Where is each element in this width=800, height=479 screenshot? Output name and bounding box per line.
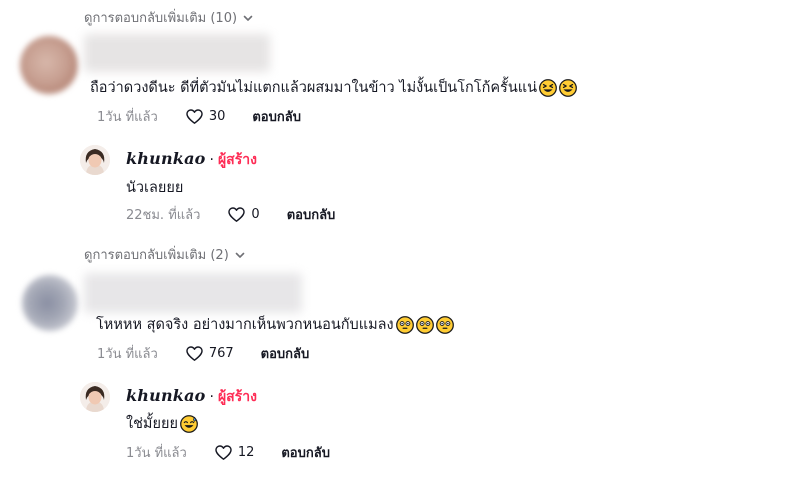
heart-icon bbox=[185, 107, 204, 126]
reply-author-line: khunkao · ผู้สร้าง bbox=[126, 149, 257, 171]
like-count: 767 bbox=[208, 346, 234, 361]
comment-text: โหหหห สุดจริง อย่างมากเห็นพวกหนอนกับแมลง bbox=[96, 313, 454, 336]
view-more-replies-button[interactable]: ดูการตอบกลับเพิ่มเติม (2) bbox=[84, 244, 246, 265]
comment-timestamp: 1วัน ที่แล้ว bbox=[97, 347, 158, 362]
flushed-face-icon bbox=[416, 316, 434, 334]
reply-text: นัวเลยยย bbox=[126, 180, 184, 196]
creator-username[interactable]: khunkao bbox=[126, 386, 206, 405]
heart-icon bbox=[214, 443, 233, 462]
commenter-avatar[interactable] bbox=[22, 275, 78, 331]
reply-meta: 22ชม. ที่แล้ว 0 ตอบกลับ bbox=[126, 204, 335, 225]
like-count: 12 bbox=[237, 445, 255, 460]
squinting-face-icon bbox=[539, 79, 557, 97]
commenter-username-redacted bbox=[84, 34, 270, 72]
reply-button[interactable]: ตอบกลับ bbox=[261, 343, 310, 364]
chevron-down-icon bbox=[242, 12, 254, 24]
heart-icon bbox=[185, 344, 204, 363]
reply-button[interactable]: ตอบกลับ bbox=[287, 204, 336, 225]
creator-badge: ผู้สร้าง bbox=[217, 152, 257, 168]
like-button[interactable]: 30 bbox=[185, 107, 226, 126]
like-button[interactable]: 12 bbox=[214, 443, 255, 462]
like-button[interactable]: 767 bbox=[185, 344, 234, 363]
creator-badge: ผู้สร้าง bbox=[217, 389, 257, 405]
grinning-sweat-face-icon bbox=[180, 415, 198, 433]
commenter-avatar[interactable] bbox=[20, 36, 78, 94]
separator-dot: · bbox=[209, 152, 214, 168]
reply-timestamp: 1วัน ที่แล้ว bbox=[126, 446, 187, 461]
like-count: 0 bbox=[251, 207, 260, 222]
reply-meta: 1วัน ที่แล้ว 12 ตอบกลับ bbox=[126, 442, 330, 463]
comment-meta: 1วัน ที่แล้ว 767 ตอบกลับ bbox=[97, 343, 309, 364]
chevron-down-icon bbox=[234, 249, 246, 261]
reply-timestamp: 22ชม. ที่แล้ว bbox=[126, 208, 201, 223]
squinting-face-icon bbox=[559, 79, 577, 97]
view-more-replies-label: ดูการตอบกลับเพิ่มเติม (2) bbox=[84, 248, 229, 263]
creator-avatar[interactable] bbox=[80, 382, 110, 412]
comment-timestamp: 1วัน ที่แล้ว bbox=[97, 110, 158, 125]
commenter-username-redacted bbox=[84, 273, 302, 313]
reply-button[interactable]: ตอบกลับ bbox=[281, 442, 330, 463]
heart-icon bbox=[227, 205, 246, 224]
like-count: 30 bbox=[208, 109, 226, 124]
flushed-face-icon bbox=[436, 316, 454, 334]
creator-avatar[interactable] bbox=[80, 145, 110, 175]
view-more-replies-label: ดูการตอบกลับเพิ่มเติม (10) bbox=[84, 11, 238, 26]
separator-dot: · bbox=[209, 389, 214, 405]
flushed-face-icon bbox=[396, 316, 414, 334]
reply-author-line: khunkao · ผู้สร้าง bbox=[126, 386, 257, 408]
reply-button[interactable]: ตอบกลับ bbox=[252, 106, 301, 127]
comment-text: ถือว่าดวงดีนะ ดีที่ตัวมันไม่แตกแล้วผสมมา… bbox=[90, 76, 577, 99]
comment-meta: 1วัน ที่แล้ว 30 ตอบกลับ bbox=[97, 106, 301, 127]
view-more-replies-button[interactable]: ดูการตอบกลับเพิ่มเติม (10) bbox=[84, 7, 254, 28]
creator-username[interactable]: khunkao bbox=[126, 149, 206, 168]
like-button[interactable]: 0 bbox=[227, 205, 260, 224]
reply-text: ใช่มั้ยยย bbox=[126, 412, 198, 435]
